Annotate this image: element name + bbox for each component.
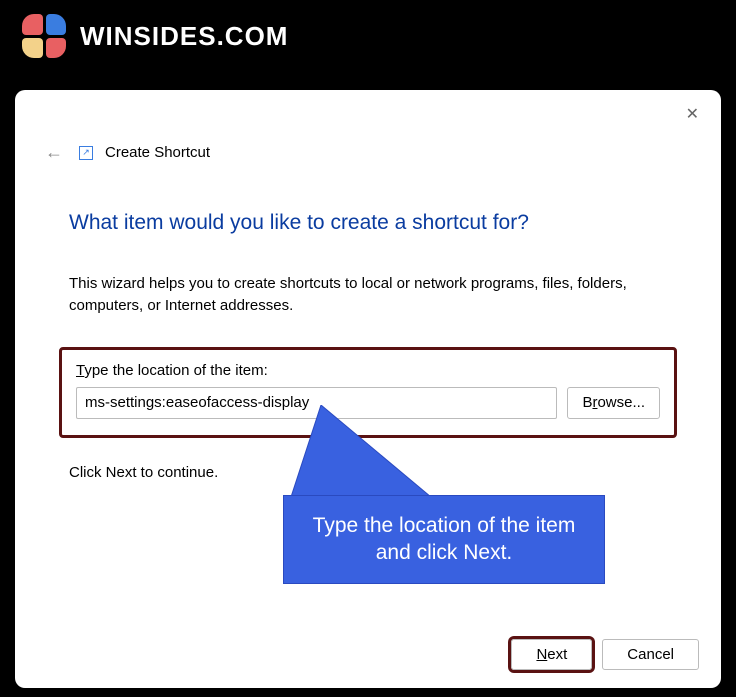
- next-button[interactable]: Next: [511, 639, 592, 670]
- dialog-footer: Next Cancel: [511, 639, 699, 670]
- close-button[interactable]: ✕: [678, 100, 707, 128]
- shortcut-icon: ↗: [79, 146, 93, 160]
- headline: What item would you like to create a sho…: [15, 165, 721, 235]
- brand-logo-icon: [22, 14, 66, 58]
- brand-text: WINSIDES.COM: [80, 21, 288, 52]
- create-shortcut-dialog: ✕ ← ↗ Create Shortcut What item would yo…: [15, 90, 721, 688]
- brand-header: WINSIDES.COM: [0, 0, 736, 72]
- location-label: Type the location of the item:: [76, 362, 660, 379]
- annotation-callout: Type the location of the item and click …: [283, 495, 605, 584]
- browse-button[interactable]: Browse...: [567, 387, 660, 419]
- back-arrow-icon: ←: [41, 140, 67, 165]
- wizard-description: This wizard helps you to create shortcut…: [15, 235, 721, 317]
- cancel-button[interactable]: Cancel: [602, 639, 699, 670]
- dialog-title: Create Shortcut: [105, 144, 210, 161]
- next-highlight: Next: [511, 639, 592, 670]
- title-bar: ← ↗ Create Shortcut: [15, 90, 721, 165]
